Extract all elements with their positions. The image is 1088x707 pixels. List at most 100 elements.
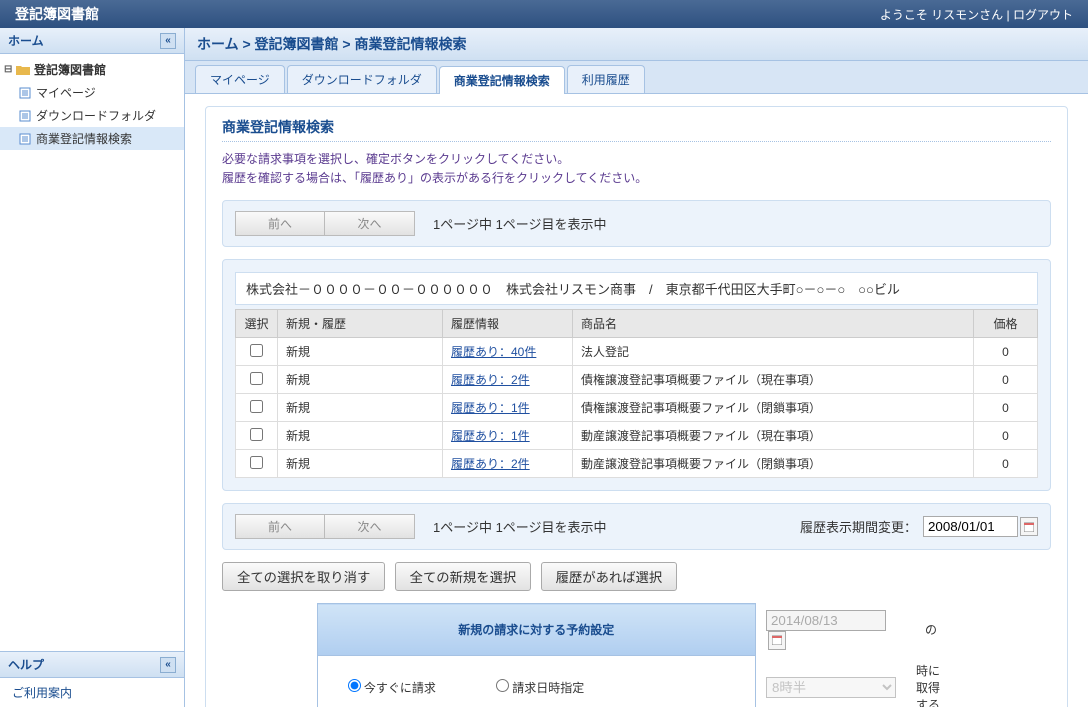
th-new: 新規・履歴 bbox=[278, 310, 443, 338]
company-info: 株式会社－００００－００－００００００ 株式会社リスモン商事 / 東京都千代田区… bbox=[235, 272, 1038, 305]
row-checkbox[interactable] bbox=[250, 344, 263, 357]
sidebar-item-download[interactable]: ダウンロードフォルダ bbox=[0, 104, 184, 127]
tab-mypage[interactable]: マイページ bbox=[195, 65, 285, 93]
th-select: 選択 bbox=[236, 310, 278, 338]
search-section: 商業登記情報検索 必要な請求事項を選択し、確定ボタンをクリックしてください。 履… bbox=[205, 106, 1068, 707]
th-product: 商品名 bbox=[573, 310, 974, 338]
clear-all-button[interactable]: 全ての選択を取り消す bbox=[222, 562, 385, 591]
sidebar-header: ホーム « bbox=[0, 28, 184, 54]
reserve-title: 新規の請求に対する予約設定 bbox=[317, 604, 756, 656]
logout-link[interactable]: ログアウト bbox=[1013, 8, 1073, 22]
sidebar: ホーム « ⊟ 登記簿図書館 マイページ ダウンロードフォルダ 商業登記情報検索 bbox=[0, 28, 185, 707]
cell-new: 新規 bbox=[278, 422, 443, 450]
header-bar: 登記簿図書館 ようこそ リスモンさん | ログアウト bbox=[0, 0, 1088, 28]
app-title: 登記簿図書館 bbox=[15, 4, 99, 24]
cell-history: 履歴あり：2件 bbox=[443, 366, 573, 394]
calendar-icon[interactable] bbox=[1020, 517, 1038, 536]
instruction-line1: 必要な請求事項を選択し、確定ボタンをクリックしてください。 bbox=[222, 150, 1051, 169]
prev-page-button[interactable]: 前へ bbox=[235, 514, 325, 539]
select-if-history-button[interactable]: 履歴があれば選択 bbox=[541, 562, 678, 591]
cell-history: 履歴あり：2件 bbox=[443, 450, 573, 478]
history-link[interactable]: 履歴あり：40件 bbox=[451, 345, 536, 359]
tree-root[interactable]: ⊟ 登記簿図書館 bbox=[0, 58, 184, 81]
radio-request-now[interactable]: 今すぐに請求 bbox=[348, 679, 436, 696]
collapse-sidebar-icon[interactable]: « bbox=[160, 33, 176, 49]
tree-toggle-icon[interactable]: ⊟ bbox=[4, 64, 14, 75]
cell-new: 新規 bbox=[278, 450, 443, 478]
cell-product: 動産譲渡登記事項概要ファイル（閉鎖事項） bbox=[573, 450, 974, 478]
page-icon bbox=[18, 109, 32, 123]
collapse-help-icon[interactable]: « bbox=[160, 657, 176, 673]
row-checkbox[interactable] bbox=[250, 372, 263, 385]
cell-price: 0 bbox=[974, 366, 1038, 394]
row-checkbox[interactable] bbox=[250, 400, 263, 413]
header-right: ようこそ リスモンさん | ログアウト bbox=[880, 6, 1073, 23]
reservation-settings: 新規の請求に対する予約設定 の 今すぐに請求 請求日時指定 bbox=[317, 603, 957, 707]
cell-product: 債権譲渡登記事項概要ファイル（現在事項） bbox=[573, 366, 974, 394]
pager-top: 前へ 次へ 1ページ中 1ページ目を表示中 bbox=[222, 200, 1051, 247]
tab-search[interactable]: 商業登記情報検索 bbox=[439, 66, 565, 94]
cell-product: 債権譲渡登記事項概要ファイル（閉鎖事項） bbox=[573, 394, 974, 422]
sidebar-home-label[interactable]: ホーム bbox=[8, 32, 44, 49]
cell-history: 履歴あり：1件 bbox=[443, 394, 573, 422]
pager-status: 1ページ中 1ページ目を表示中 bbox=[433, 214, 607, 233]
cell-price: 0 bbox=[974, 450, 1038, 478]
reserve-time-suffix: 時に取得する bbox=[906, 656, 956, 707]
sidebar-item-search[interactable]: 商業登記情報検索 bbox=[0, 127, 184, 150]
history-date-input[interactable] bbox=[923, 516, 1018, 537]
instruction-line2: 履歴を確認する場合は、「履歴あり」の表示がある行をクリックしてください。 bbox=[222, 169, 1051, 188]
history-link[interactable]: 履歴あり：1件 bbox=[451, 401, 530, 415]
page-icon bbox=[18, 132, 32, 146]
section-title: 商業登記情報検索 bbox=[222, 117, 1051, 142]
sidebar-help-title: ヘルプ bbox=[8, 656, 44, 673]
next-page-button[interactable]: 次へ bbox=[325, 514, 415, 539]
sidebar-item-mypage[interactable]: マイページ bbox=[0, 81, 184, 104]
sidebar-item-label: 商業登記情報検索 bbox=[36, 130, 132, 147]
cell-new: 新規 bbox=[278, 366, 443, 394]
tab-download[interactable]: ダウンロードフォルダ bbox=[287, 65, 437, 93]
tab-usage-history[interactable]: 利用履歴 bbox=[567, 65, 645, 93]
cell-new: 新規 bbox=[278, 394, 443, 422]
calendar-icon[interactable] bbox=[768, 631, 786, 650]
help-guide-link[interactable]: ご利用案内 bbox=[12, 686, 72, 700]
instructions: 必要な請求事項を選択し、確定ボタンをクリックしてください。 履歴を確認する場合は… bbox=[222, 150, 1051, 188]
welcome-text: ようこそ リスモンさん bbox=[880, 8, 1003, 22]
page-icon bbox=[18, 86, 32, 100]
tree-root-label: 登記簿図書館 bbox=[34, 61, 106, 78]
table-row: 新規履歴あり：40件 法人登記0 bbox=[236, 338, 1038, 366]
select-all-new-button[interactable]: 全ての新規を選択 bbox=[395, 562, 532, 591]
sidebar-help: ヘルプ « ご利用案内 bbox=[0, 651, 184, 707]
tabs: マイページ ダウンロードフォルダ 商業登記情報検索 利用履歴 bbox=[185, 61, 1088, 94]
history-link[interactable]: 履歴あり：1件 bbox=[451, 429, 530, 443]
sidebar-tree: ⊟ 登記簿図書館 マイページ ダウンロードフォルダ 商業登記情報検索 bbox=[0, 54, 184, 651]
table-row: 新規履歴あり：1件債権譲渡登記事項概要ファイル（閉鎖事項）0 bbox=[236, 394, 1038, 422]
cell-product: 法人登記 bbox=[573, 338, 974, 366]
th-hist: 履歴情報 bbox=[443, 310, 573, 338]
sidebar-help-header: ヘルプ « bbox=[0, 652, 184, 678]
radio-request-scheduled[interactable]: 請求日時指定 bbox=[496, 679, 584, 696]
reserve-time-select[interactable]: 8時半 bbox=[766, 677, 896, 698]
reserve-of: の bbox=[906, 604, 956, 656]
results-table: 選択 新規・履歴 履歴情報 商品名 価格 新規履歴あり：40件法人登記0新規履歴… bbox=[235, 309, 1038, 478]
history-link[interactable]: 履歴あり：2件 bbox=[451, 373, 530, 387]
row-checkbox[interactable] bbox=[250, 428, 263, 441]
cell-price: 0 bbox=[974, 338, 1038, 366]
table-row: 新規履歴あり：2件 動産譲渡登記事項概要ファイル（閉鎖事項）0 bbox=[236, 450, 1038, 478]
cell-history: 履歴あり：40件 bbox=[443, 338, 573, 366]
pager-status: 1ページ中 1ページ目を表示中 bbox=[433, 517, 607, 536]
reserve-date-input[interactable] bbox=[766, 610, 886, 631]
breadcrumb: ホーム > 登記簿図書館 > 商業登記情報検索 bbox=[185, 28, 1088, 61]
history-link[interactable]: 履歴あり：2件 bbox=[451, 457, 530, 471]
cell-new: 新規 bbox=[278, 338, 443, 366]
sidebar-item-label: ダウンロードフォルダ bbox=[36, 107, 156, 124]
selection-buttons: 全ての選択を取り消す 全ての新規を選択 履歴があれば選択 bbox=[222, 562, 1051, 591]
prev-page-button[interactable]: 前へ bbox=[235, 211, 325, 236]
history-date-label: 履歴表示期間変更： bbox=[800, 517, 917, 536]
cell-history: 履歴あり：1件 bbox=[443, 422, 573, 450]
next-page-button[interactable]: 次へ bbox=[325, 211, 415, 236]
row-checkbox[interactable] bbox=[250, 456, 263, 469]
sidebar-item-label: マイページ bbox=[36, 84, 96, 101]
table-row: 新規履歴あり：1件動産譲渡登記事項概要ファイル（現在事項）0 bbox=[236, 422, 1038, 450]
th-price: 価格 bbox=[974, 310, 1038, 338]
pager-bottom: 前へ 次へ 1ページ中 1ページ目を表示中 履歴表示期間変更： bbox=[222, 503, 1051, 550]
